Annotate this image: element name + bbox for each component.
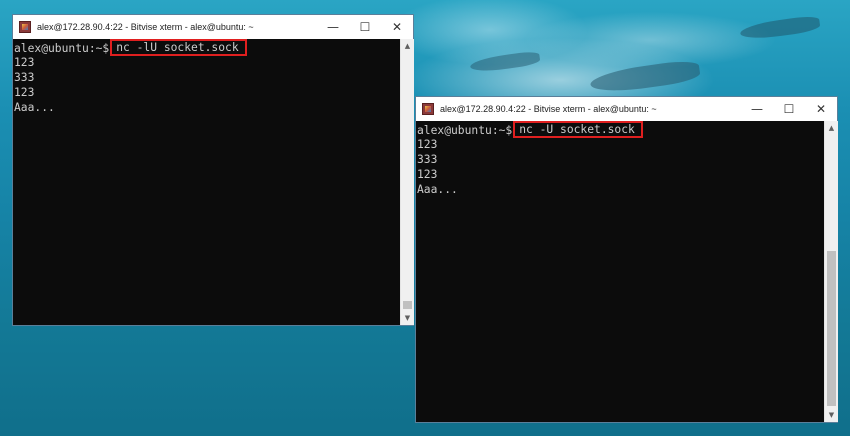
window-controls: — ☐ ✕ — [317, 15, 413, 39]
fish-shape — [739, 14, 821, 42]
close-button[interactable]: ✕ — [381, 15, 413, 39]
fish-shape — [589, 58, 701, 96]
terminal-window-server[interactable]: alex@172.28.90.4:22 - Bitvise xterm - al… — [12, 14, 414, 326]
terminal-prompt-line: alex@ubuntu:~$ nc -U socket.sock — [417, 121, 824, 138]
terminal-window-client[interactable]: alex@172.28.90.4:22 - Bitvise xterm - al… — [415, 96, 838, 423]
scroll-down-arrow-icon[interactable]: ▼ — [825, 408, 838, 422]
maximize-button[interactable]: ☐ — [773, 97, 805, 121]
terminal-prompt-line: alex@ubuntu:~$ nc -lU socket.sock — [14, 39, 400, 56]
minimize-button[interactable]: — — [317, 15, 349, 39]
window-titlebar[interactable]: alex@172.28.90.4:22 - Bitvise xterm - al… — [416, 97, 837, 121]
terminal-output-line: 123 — [417, 138, 438, 151]
scroll-up-arrow-icon[interactable]: ▲ — [825, 121, 838, 135]
terminal-output-line: Aaa... — [417, 183, 458, 196]
fish-shape — [469, 50, 541, 74]
bitvise-xterm-icon[interactable] — [19, 21, 31, 33]
vertical-scrollbar[interactable]: ▲ ▼ — [824, 121, 838, 422]
terminal-output-line: 123 — [14, 86, 35, 99]
shell-prompt: alex@ubuntu:~$ — [14, 42, 110, 55]
maximize-button[interactable]: ☐ — [349, 15, 381, 39]
terminal-output-line: 333 — [14, 71, 35, 84]
terminal-output-line: 123 — [14, 56, 35, 69]
scroll-up-arrow-icon[interactable]: ▲ — [401, 39, 414, 53]
terminal-output-line: Aaa... — [14, 101, 55, 114]
bitvise-xterm-icon[interactable] — [422, 103, 434, 115]
shell-prompt: alex@ubuntu:~$ — [417, 124, 513, 137]
terminal-output-line: 333 — [417, 153, 438, 166]
terminal-screen[interactable]: alex@ubuntu:~$ nc -lU socket.sock 123 333… — [13, 39, 400, 325]
highlighted-command: nc -U socket.sock — [513, 121, 643, 138]
scroll-down-arrow-icon[interactable]: ▼ — [401, 311, 414, 325]
window-controls: — ☐ ✕ — [741, 97, 837, 121]
window-title: alex@172.28.90.4:22 - Bitvise xterm - al… — [37, 22, 254, 32]
scrollbar-thumb[interactable] — [403, 301, 412, 309]
window-title: alex@172.28.90.4:22 - Bitvise xterm - al… — [440, 104, 657, 114]
minimize-button[interactable]: — — [741, 97, 773, 121]
highlighted-command: nc -lU socket.sock — [110, 39, 247, 56]
close-button[interactable]: ✕ — [805, 97, 837, 121]
terminal-output-line: 123 — [417, 168, 438, 181]
terminal-screen[interactable]: alex@ubuntu:~$ nc -U socket.sock 123 333 … — [416, 121, 824, 422]
window-titlebar[interactable]: alex@172.28.90.4:22 - Bitvise xterm - al… — [13, 15, 413, 39]
scrollbar-thumb[interactable] — [827, 251, 836, 406]
vertical-scrollbar[interactable]: ▲ ▼ — [400, 39, 414, 325]
